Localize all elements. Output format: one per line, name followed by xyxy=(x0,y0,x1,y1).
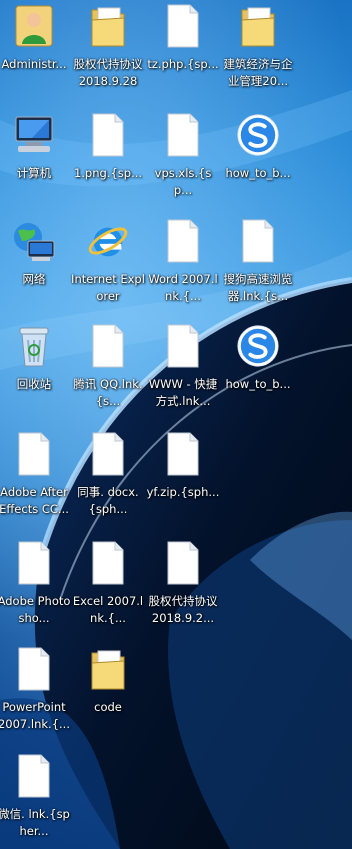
desktop-icon-equity-agreement[interactable]: 股权代持协议2018.9.2... xyxy=(146,539,220,639)
desktop-icon-label: 微信. lnk.{spher... xyxy=(0,807,70,838)
desktop-icon-label: tz.php.{sp... xyxy=(147,57,219,71)
desktop-icon-label: vps.xls.{sp... xyxy=(154,166,212,197)
document-icon xyxy=(161,111,205,159)
document-icon xyxy=(12,752,56,800)
document-icon xyxy=(236,217,280,265)
document-icon xyxy=(161,217,205,265)
computer-icon xyxy=(12,111,56,159)
document-icon xyxy=(161,430,205,478)
user-icon xyxy=(12,2,56,50)
desktop-icon-label: Administr... xyxy=(1,57,67,71)
document-icon xyxy=(161,2,205,50)
desktop-icon-wechat[interactable]: 微信. lnk.{spher... xyxy=(0,752,71,849)
desktop-icon-label: Word 2007.lnk.{... xyxy=(148,272,218,303)
desktop-icon-label: 回收站 xyxy=(16,377,52,391)
desktop-icon-internet-explorer[interactable]: Internet Explorer xyxy=(71,217,145,317)
desktop-icon-qq[interactable]: 腾讯 QQ.lnk.{s... xyxy=(71,322,145,422)
sogou-icon xyxy=(236,111,280,159)
desktop-icon-label: code xyxy=(94,700,122,714)
desktop-icon-administrator[interactable]: Administr... xyxy=(0,2,71,102)
desktop-icon-tz-php[interactable]: tz.php.{sp... xyxy=(146,2,220,102)
desktop-icon-powerpoint[interactable]: PowerPoint 2007.lnk.{... xyxy=(0,645,71,745)
desktop-icon-how-to-b-2[interactable]: how_to_b... xyxy=(221,322,295,422)
desktop-icon-label: how_to_b... xyxy=(225,377,291,391)
desktop-icon-yf-zip[interactable]: yf.zip.{sph... xyxy=(146,430,220,530)
sogou-icon xyxy=(236,322,280,370)
desktop-icon-label: 建筑经济与企业管理20... xyxy=(223,57,293,88)
desktop-icon-label: yf.zip.{sph... xyxy=(146,485,220,499)
document-icon xyxy=(161,322,205,370)
desktop-icon-label: 搜狗高速浏览器.lnk.{s... xyxy=(223,272,293,303)
document-icon xyxy=(86,322,130,370)
desktop-icon-label: how_to_b... xyxy=(225,166,291,180)
document-icon xyxy=(12,539,56,587)
desktop-icon-label: WWW - 快捷方式.lnk... xyxy=(148,377,218,408)
internet-explorer-icon xyxy=(86,217,130,265)
desktop-icon-computer[interactable]: 计算机 xyxy=(0,111,71,211)
folder-icon xyxy=(236,2,280,50)
desktop-icon-photoshop[interactable]: Adobe Photosho... xyxy=(0,539,71,639)
document-icon xyxy=(86,111,130,159)
recycle-bin-icon xyxy=(12,322,56,370)
desktop-icon-network[interactable]: 网络 xyxy=(0,217,71,317)
desktop-icon-excel[interactable]: Excel 2007.lnk.{... xyxy=(71,539,145,639)
desktop-icon-label: 网络 xyxy=(22,272,46,286)
desktop-icon-colleague-docx[interactable]: 同事. docx.{sph... xyxy=(71,430,145,530)
desktop-icon-equity-folder[interactable]: 股权代持协议2018.9.28 xyxy=(71,2,145,102)
desktop-icon-label: PowerPoint 2007.lnk.{... xyxy=(0,700,70,731)
desktop-icon-recycle-bin[interactable]: 回收站 xyxy=(0,322,71,422)
document-icon xyxy=(86,539,130,587)
document-icon xyxy=(161,539,205,587)
desktop-icon-word[interactable]: Word 2007.lnk.{... xyxy=(146,217,220,317)
desktop-icon-1png[interactable]: 1.png.{sp... xyxy=(71,111,145,211)
document-icon xyxy=(12,645,56,693)
desktop[interactable]: Administr... 计算机 网络 回收站 Adobe After Effe… xyxy=(0,0,352,849)
desktop-icon-sogou-browser[interactable]: 搜狗高速浏览器.lnk.{s... xyxy=(221,217,295,317)
network-icon xyxy=(12,217,56,265)
desktop-icon-label: 股权代持协议2018.9.28 xyxy=(73,57,143,88)
document-icon xyxy=(86,430,130,478)
desktop-icon-label: 1.png.{sp... xyxy=(73,166,143,180)
document-icon xyxy=(12,430,56,478)
folder-icon xyxy=(86,645,130,693)
desktop-icon-label: 计算机 xyxy=(16,166,52,180)
desktop-icon-construction-folder[interactable]: 建筑经济与企业管理20... xyxy=(221,2,295,102)
desktop-icon-label: Adobe Photosho... xyxy=(0,594,71,625)
desktop-icon-label: 股权代持协议2018.9.2... xyxy=(148,594,218,625)
desktop-icon-how-to-b-1[interactable]: how_to_b... xyxy=(221,111,295,211)
desktop-icon-label: Internet Explorer xyxy=(71,272,145,303)
desktop-icon-code-folder[interactable]: code xyxy=(71,645,145,745)
desktop-icon-label: Adobe After Effects CC... xyxy=(0,485,69,516)
folder-icon xyxy=(86,2,130,50)
desktop-icon-label: 同事. docx.{sph... xyxy=(77,485,139,516)
desktop-icon-label: 腾讯 QQ.lnk.{s... xyxy=(73,377,143,408)
desktop-icon-vps-xls[interactable]: vps.xls.{sp... xyxy=(146,111,220,211)
desktop-icon-www-shortcut[interactable]: WWW - 快捷方式.lnk... xyxy=(146,322,220,422)
desktop-icon-label: Excel 2007.lnk.{... xyxy=(72,594,144,625)
desktop-icon-after-effects[interactable]: Adobe After Effects CC... xyxy=(0,430,71,530)
